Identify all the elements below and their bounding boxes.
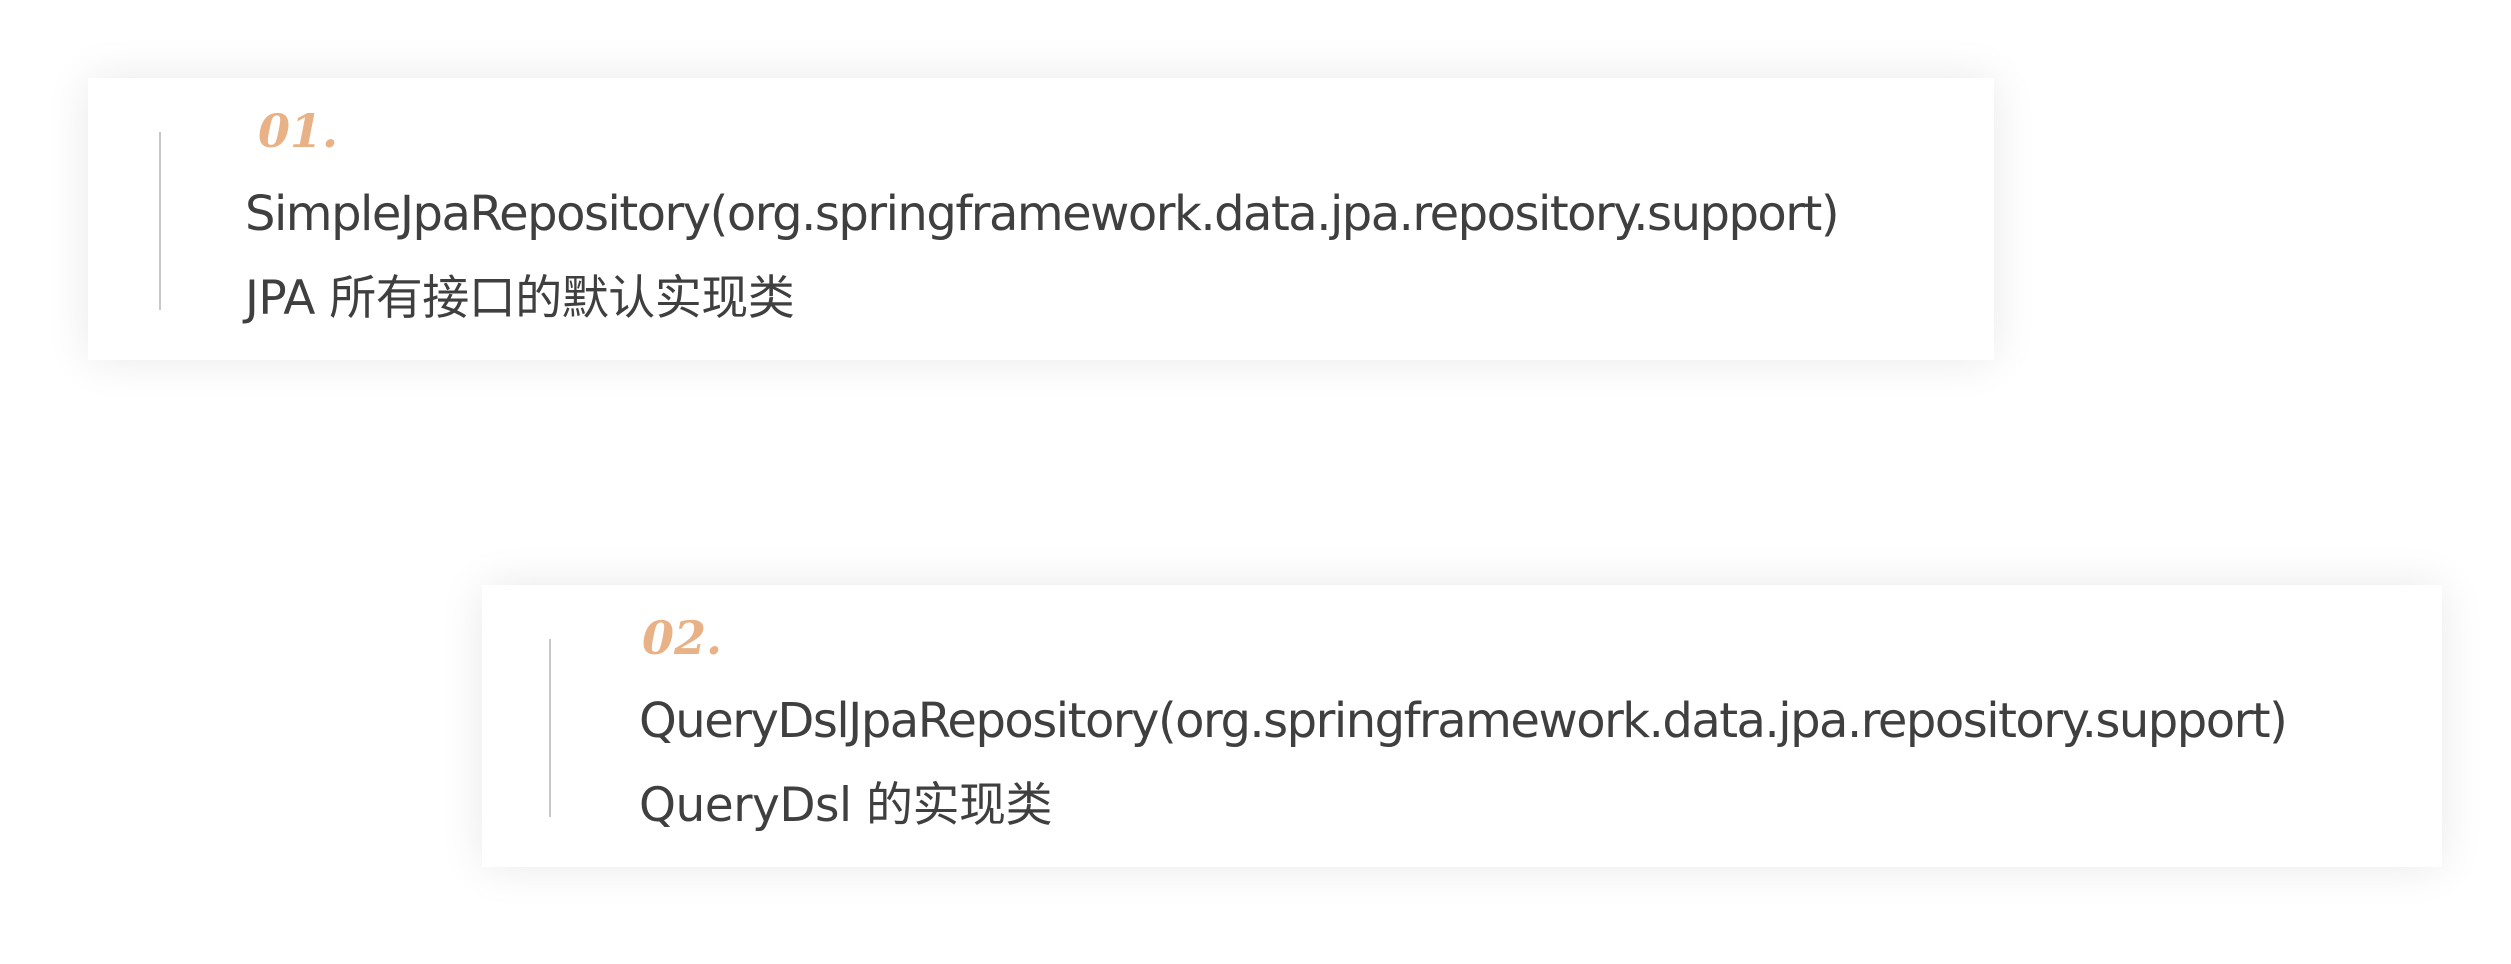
item-title: SimpleJpaRepository(org.springframework.… <box>245 186 1840 242</box>
vertical-divider <box>159 132 161 310</box>
item-description: JPA 所有接口的默认实现类 <box>245 271 795 326</box>
vertical-divider <box>549 639 551 817</box>
item-card-2: 02. QueryDslJpaRepository(org.springfram… <box>482 585 2442 867</box>
item-description: QueryDsl 的实现类 <box>639 778 1053 833</box>
item-number: 01. <box>258 104 339 158</box>
item-card-1: 01. SimpleJpaRepository(org.springframew… <box>88 78 1994 360</box>
item-title: QueryDslJpaRepository(org.springframewor… <box>639 693 2288 749</box>
item-number: 02. <box>642 611 723 665</box>
